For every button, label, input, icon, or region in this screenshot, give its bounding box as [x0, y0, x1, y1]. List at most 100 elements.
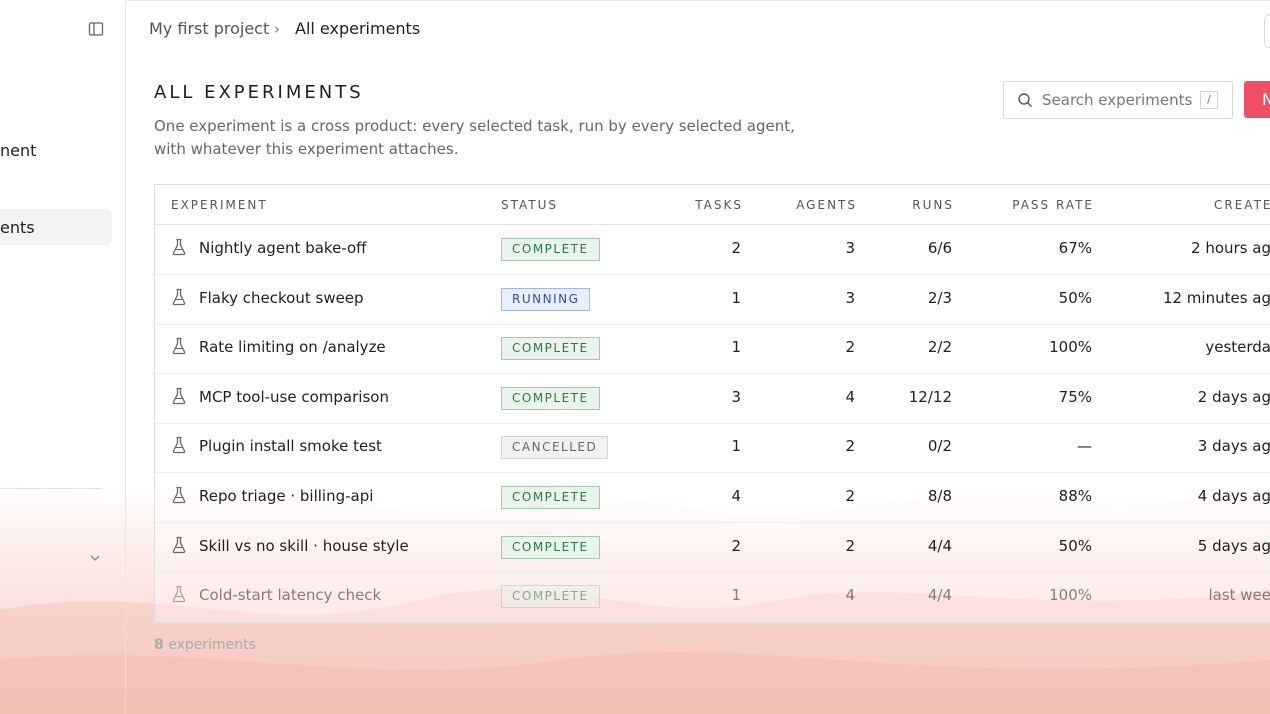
experiments-table: EXPERIMENT STATUS TASKS AGENTS RUNS PASS…	[154, 184, 1270, 623]
runs-count: 2/2	[927, 338, 952, 357]
table-row[interactable]: Cold-start latency check COMPLETE 1 4 4/4 100…	[155, 572, 1270, 621]
new-experiment-button-label: N	[1262, 90, 1270, 109]
pass-rate: 50%	[1058, 288, 1092, 307]
pass-rate: 88%	[1058, 487, 1092, 505]
flask-icon	[171, 585, 187, 603]
pass-rate: 67%	[1058, 239, 1092, 257]
page-description: One experiment is a cross product: every…	[154, 117, 795, 158]
experiment-name[interactable]: Skill vs no skill · house style	[199, 537, 409, 555]
column-header-status[interactable]: STATUS	[501, 198, 558, 212]
sidebar-toggle-icon[interactable]	[88, 21, 104, 37]
table-row[interactable]: Plugin install smoke test CANCELLED 1 2 0/2 —…	[155, 423, 1270, 474]
agents-count: 2	[845, 437, 855, 456]
status-badge: COMPLETE	[501, 386, 600, 410]
runs-count: 8/8	[927, 487, 952, 505]
table-header: EXPERIMENT STATUS TASKS AGENTS RUNS PASS…	[155, 185, 1270, 225]
sidebar-item-label: ents	[0, 218, 35, 237]
agents-count: 3	[845, 288, 855, 307]
agents-count: 2	[845, 487, 855, 505]
experiment-name[interactable]: Cold-start latency check	[199, 586, 381, 604]
column-header-created[interactable]: CREATE	[1214, 198, 1270, 212]
agents-count: 3	[845, 239, 855, 257]
main-content: ALL EXPERIMENTS One experiment is a cros…	[126, 0, 1270, 714]
runs-count: 0/2	[927, 437, 952, 456]
agents-count: 4	[845, 387, 855, 406]
column-header-runs[interactable]: RUNS	[875, 198, 954, 212]
table-row[interactable]: MCP tool-use comparison COMPLETE 3 4 12/12 75…	[155, 374, 1270, 424]
experiment-name[interactable]: MCP tool-use comparison	[199, 388, 389, 406]
created-time: 3 days ag	[1197, 437, 1270, 456]
created-time: 2 hours ag	[1191, 239, 1270, 257]
search-box[interactable]: /	[1003, 81, 1233, 119]
tasks-count: 2	[731, 239, 741, 257]
search-icon	[1018, 93, 1032, 107]
column-header-pass-rate[interactable]: PASS RATE	[975, 198, 1094, 212]
table-row[interactable]: Nightly agent bake-off COMPLETE 2 3 6/6 67% 2 …	[155, 225, 1270, 275]
created-time: last wee	[1208, 586, 1270, 605]
flask-icon	[171, 536, 187, 554]
pass-rate: —	[1077, 437, 1092, 456]
flask-icon	[171, 337, 187, 355]
runs-count: 12/12	[908, 387, 952, 406]
created-time: yesterda	[1205, 338, 1270, 357]
sidebar-divider	[0, 488, 102, 489]
tasks-count: 1	[731, 338, 741, 357]
sidebar-item-experiments-active[interactable]: ents	[0, 209, 112, 245]
column-header-tasks[interactable]: TASKS	[655, 198, 743, 212]
sidebar: nent ents	[0, 0, 126, 714]
experiment-count-label: experiments	[168, 637, 256, 653]
experiment-count-number: 8	[154, 637, 164, 653]
sidebar-item-label: nent	[0, 141, 37, 160]
flask-icon	[171, 486, 187, 504]
column-header-agents[interactable]: AGENTS	[755, 198, 857, 212]
table-row[interactable]: Rate limiting on /analyze COMPLETE 1 2 2/2 10…	[155, 324, 1270, 375]
runs-count: 6/6	[927, 239, 952, 257]
column-header-experiment[interactable]: EXPERIMENT	[171, 198, 268, 212]
tasks-count: 1	[731, 437, 741, 456]
status-badge: COMPLETE	[501, 486, 600, 509]
flask-icon	[171, 238, 187, 256]
table-row[interactable]: Repo triage · billing-api COMPLETE 4 2 8/8 88…	[155, 473, 1270, 523]
status-badge: RUNNING	[501, 287, 591, 311]
chevron-down-icon[interactable]	[89, 553, 101, 563]
pass-rate: 100%	[1049, 338, 1092, 357]
status-badge: COMPLETE	[501, 535, 600, 559]
pass-rate: 50%	[1058, 536, 1092, 555]
pass-rate: 100%	[1049, 586, 1092, 605]
new-experiment-button[interactable]: N	[1244, 81, 1270, 118]
experiment-name[interactable]: Nightly agent bake-off	[199, 239, 367, 257]
agents-count: 2	[845, 338, 855, 357]
experiment-count: 8 experiments	[154, 637, 256, 653]
status-badge: CANCELLED	[501, 436, 609, 460]
page-title: ALL EXPERIMENTS	[154, 82, 364, 103]
experiment-name[interactable]: Plugin install smoke test	[199, 437, 382, 455]
created-time: 4 days ag	[1197, 487, 1270, 505]
search-input[interactable]	[1042, 90, 1192, 110]
runs-count: 2/3	[927, 288, 952, 307]
runs-count: 4/4	[927, 586, 952, 605]
table-row[interactable]: Flaky checkout sweep RUNNING 1 3 2/3 50% 12 mi…	[155, 275, 1270, 325]
created-time: 2 days ag	[1197, 387, 1270, 406]
flask-icon	[171, 436, 187, 454]
runs-count: 4/4	[927, 536, 952, 555]
created-time: 5 days ag	[1197, 536, 1270, 555]
tasks-count: 2	[731, 536, 741, 555]
tasks-count: 4	[731, 487, 741, 505]
flask-icon	[171, 288, 187, 306]
pass-rate: 75%	[1058, 387, 1092, 406]
experiment-name[interactable]: Flaky checkout sweep	[199, 289, 364, 307]
status-badge: COMPLETE	[501, 238, 600, 261]
experiment-name[interactable]: Repo triage · billing-api	[199, 487, 373, 505]
agents-count: 2	[845, 536, 855, 555]
experiment-name[interactable]: Rate limiting on /analyze	[199, 338, 386, 356]
tasks-count: 3	[731, 387, 741, 406]
table-row[interactable]: Skill vs no skill · house style COMPLETE 2…	[155, 523, 1270, 573]
tasks-count: 1	[731, 288, 741, 307]
search-shortcut-hint: /	[1200, 91, 1218, 109]
agents-count: 4	[845, 586, 855, 605]
sidebar-item-experiment[interactable]: nent	[0, 141, 36, 160]
status-badge: COMPLETE	[501, 337, 600, 361]
created-time: 12 minutes ag	[1162, 288, 1270, 307]
status-badge: COMPLETE	[501, 585, 600, 609]
tasks-count: 1	[731, 586, 741, 605]
